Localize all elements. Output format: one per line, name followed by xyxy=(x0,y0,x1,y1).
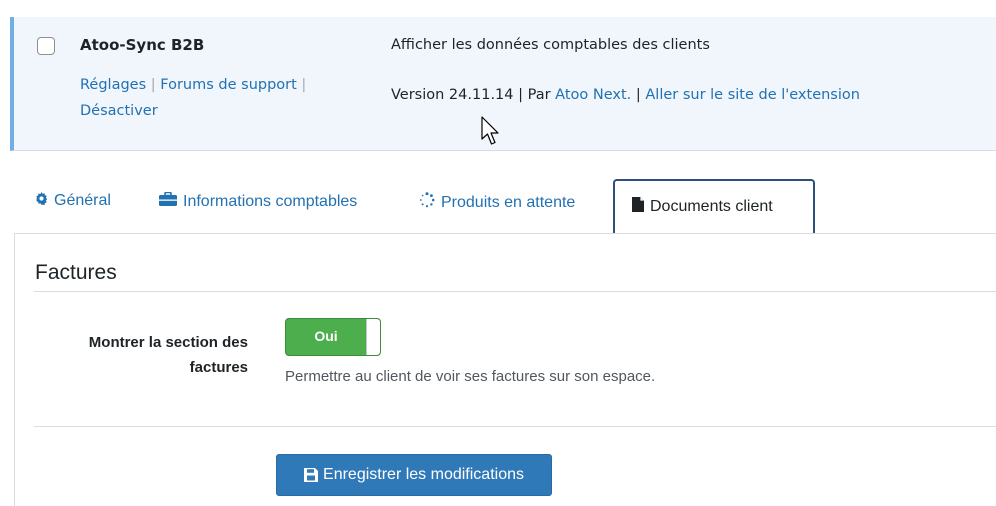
plugin-name: Atoo-Sync B2B xyxy=(80,36,205,54)
floppy-disk-icon xyxy=(304,468,319,482)
show-invoices-toggle[interactable]: Oui xyxy=(285,318,381,356)
toggle-handle[interactable] xyxy=(366,319,380,355)
mouse-pointer-icon xyxy=(481,116,499,145)
tab-general-label: Général xyxy=(54,192,111,209)
tab-bar: Général Informations comptables Produits… xyxy=(14,176,996,234)
plugin-by-label: Par xyxy=(527,87,551,103)
file-icon xyxy=(632,197,644,217)
plugin-version: Version 24.11.14 xyxy=(391,87,514,103)
tab-produits-en-attente[interactable]: Produits en attente xyxy=(419,192,575,213)
plugin-deactivate-link[interactable]: Désactiver xyxy=(80,103,158,119)
plugin-description: Afficher les données comptables des clie… xyxy=(391,37,710,53)
action-separator: | xyxy=(150,77,156,93)
toggle-label: Oui xyxy=(314,328,338,344)
settings-panel: Factures Montrer la section des factures… xyxy=(14,233,996,506)
gear-icon xyxy=(35,192,48,210)
field-label: Montrer la section des factures xyxy=(88,334,248,376)
plugin-row: Atoo-Sync B2B Réglages | Forums de suppo… xyxy=(10,17,996,151)
spinner-icon xyxy=(419,192,435,213)
tab-documents-client-label: Documents client xyxy=(650,198,773,215)
tab-informations-comptables[interactable]: Informations comptables xyxy=(159,191,358,211)
plugin-support-link[interactable]: Forums de support xyxy=(160,77,297,93)
meta-separator: | xyxy=(518,87,523,103)
action-separator: | xyxy=(301,77,307,93)
tab-informations-comptables-label: Informations comptables xyxy=(183,192,358,210)
meta-separator: | xyxy=(635,87,641,103)
save-button-label: Enregistrer les modifications xyxy=(323,466,524,483)
section-title: Factures xyxy=(35,261,117,284)
page: Atoo-Sync B2B Réglages | Forums de suppo… xyxy=(0,0,996,506)
plugin-actions: Réglages | Forums de support | Désactive… xyxy=(80,72,350,124)
plugin-select-checkbox[interactable] xyxy=(37,37,55,55)
tab-general[interactable]: Général xyxy=(35,192,111,210)
plugin-meta: Version 24.11.14 | Par Atoo Next. | Alle… xyxy=(391,77,861,113)
briefcase-icon xyxy=(159,191,177,211)
field-help-text: Permettre au client de voir ses factures… xyxy=(285,368,656,385)
divider xyxy=(34,291,996,292)
divider xyxy=(34,426,996,427)
plugin-site-link[interactable]: Aller sur le site de l'extension xyxy=(645,87,860,103)
tab-documents-client[interactable]: Documents client xyxy=(613,179,815,233)
plugin-author-link[interactable]: Atoo Next. xyxy=(555,87,631,103)
save-button[interactable]: Enregistrer les modifications xyxy=(276,454,552,496)
tab-produits-en-attente-label: Produits en attente xyxy=(441,193,576,211)
plugin-settings-link[interactable]: Réglages xyxy=(80,77,146,93)
